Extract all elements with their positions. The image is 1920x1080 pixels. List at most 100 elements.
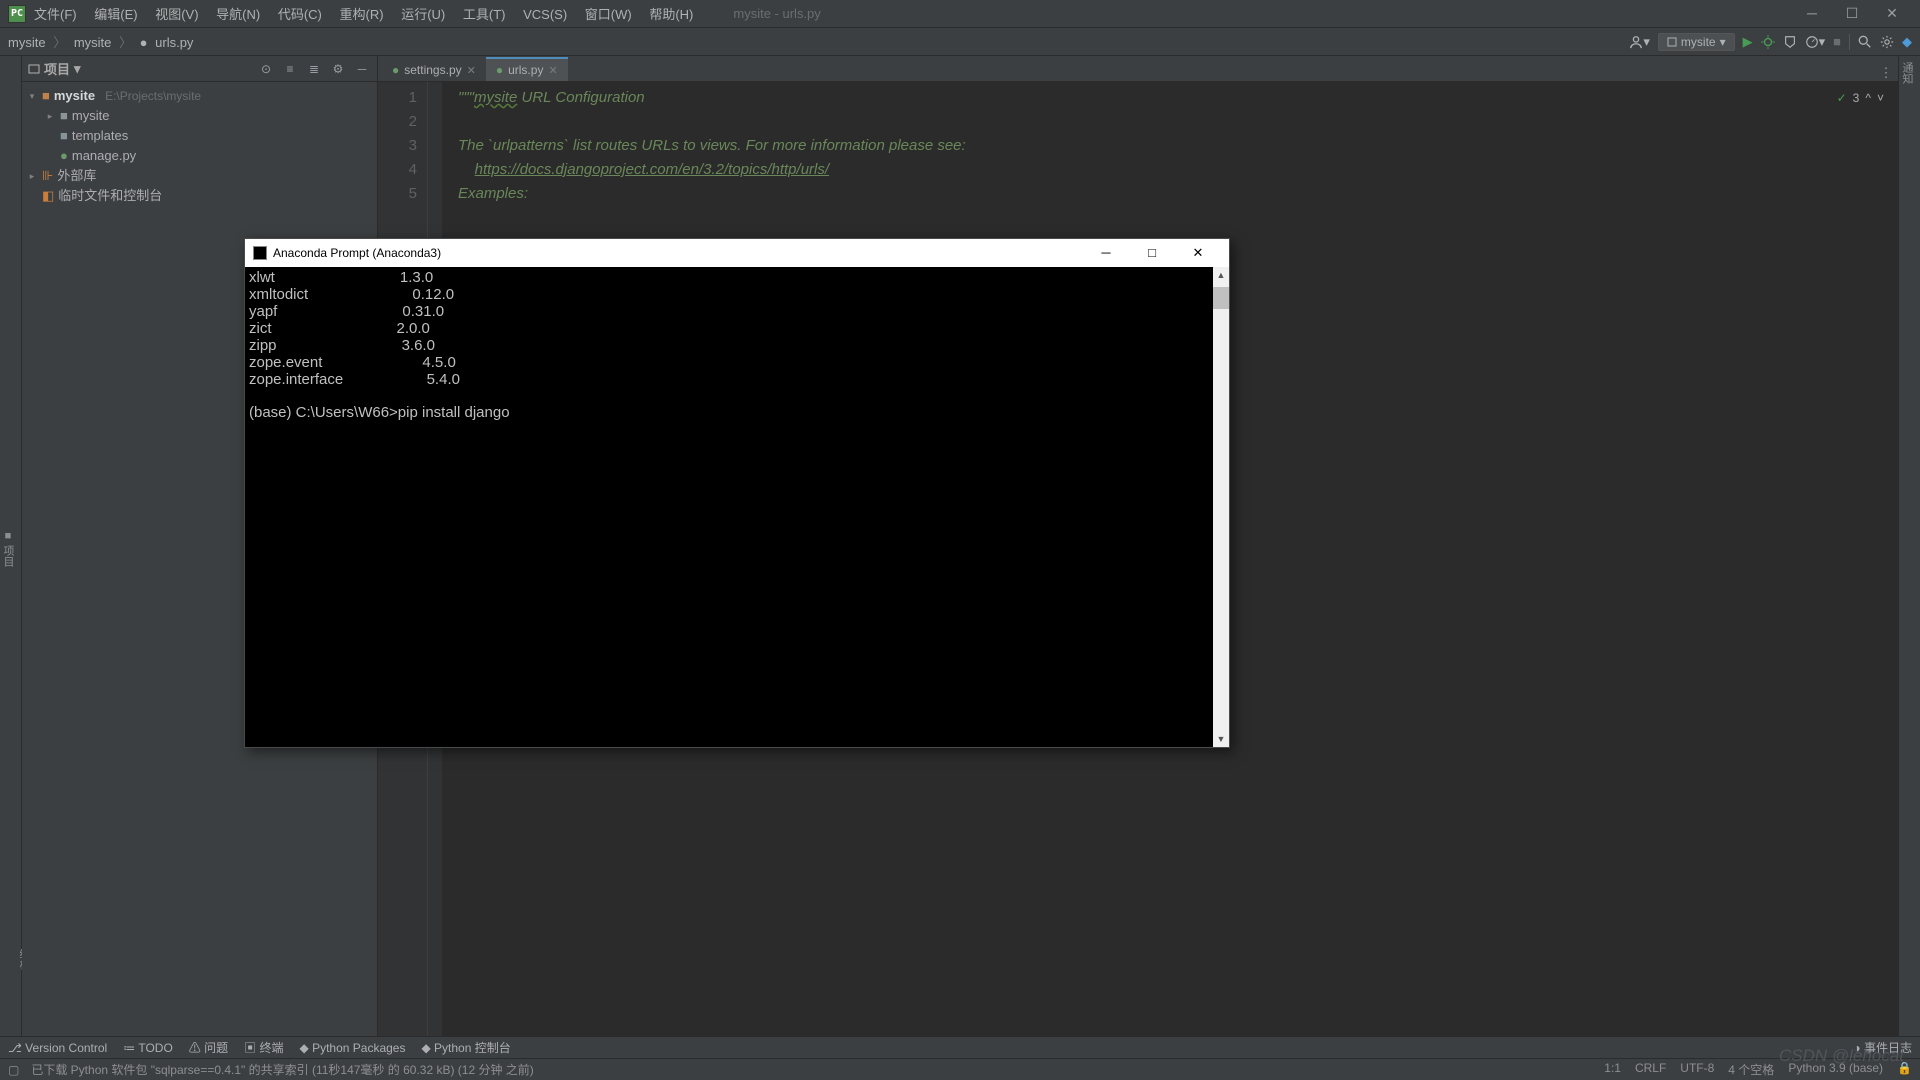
line-separator[interactable]: CRLF: [1635, 1061, 1666, 1078]
coverage-button[interactable]: [1783, 34, 1797, 50]
run-config-selector[interactable]: mysite ▾: [1658, 33, 1735, 51]
tree-item-templates[interactable]: ■ templates: [22, 126, 377, 146]
chevron-down-icon[interactable]: ▾: [26, 87, 38, 105]
debug-button[interactable]: [1761, 34, 1775, 50]
project-tree: ▾ ■ mysite E:\Projects\mysite ▸ ■ mysite…: [22, 82, 377, 210]
tool-python-packages[interactable]: ◆ Python Packages: [300, 1041, 406, 1055]
project-panel-header: 项目 ▾ ⊙ ≡ ≣ ⚙ ─: [22, 56, 377, 82]
menu-edit[interactable]: 编辑(E): [94, 7, 137, 22]
scroll-up-icon[interactable]: ▲: [1213, 267, 1229, 283]
terminal-window: Anaconda Prompt (Anaconda3) ─ □ ✕ xlwt 1…: [244, 238, 1230, 748]
python-file-icon: ●: [392, 63, 399, 77]
maximize-button[interactable]: ☐: [1832, 5, 1872, 22]
account-icon[interactable]: ▾: [1629, 34, 1650, 50]
status-icon[interactable]: ▢: [8, 1063, 19, 1077]
menu-file[interactable]: 文件(F): [34, 7, 77, 22]
nav-bar: mysite 〉 mysite 〉 ● urls.py ▾ mysite ▾ ▶…: [0, 28, 1920, 56]
menu-refactor[interactable]: 重构(R): [340, 7, 384, 22]
tool-problems[interactable]: ⚠ 问题: [189, 1039, 228, 1056]
close-button[interactable]: ✕: [1872, 5, 1912, 22]
gutter-project-tab[interactable]: ■ 项目: [0, 62, 16, 1036]
crumb-root[interactable]: mysite: [8, 35, 46, 50]
libs-icon: ⊪: [42, 167, 53, 185]
indent-setting[interactable]: 4 个空格: [1728, 1061, 1774, 1078]
editor-more-icon[interactable]: ⋮: [1874, 65, 1898, 81]
chevron-right-icon[interactable]: ▸: [44, 107, 56, 125]
terminal-body[interactable]: xlwt 1.3.0 xmltodict 0.12.0 yapf 0.31.0 …: [245, 267, 1229, 747]
gutter-notifications-tab[interactable]: 通知: [1899, 62, 1915, 1036]
terminal-title-bar[interactable]: Anaconda Prompt (Anaconda3) ─ □ ✕: [245, 239, 1229, 267]
minimize-button[interactable]: ─: [1792, 5, 1832, 22]
problems-indicator[interactable]: ✓3 ^ ˅: [1837, 86, 1884, 110]
settings-icon[interactable]: [1880, 34, 1894, 50]
tree-root-path: E:\Projects\mysite: [105, 87, 201, 105]
tool-python-console[interactable]: ◆ Python 控制台: [421, 1039, 510, 1056]
menu-nav[interactable]: 导航(N): [216, 7, 260, 22]
crumb-file[interactable]: urls.py: [155, 35, 193, 50]
tool-todo[interactable]: ≔ TODO: [123, 1041, 173, 1055]
tree-root[interactable]: ▾ ■ mysite E:\Projects\mysite: [22, 86, 377, 106]
tool-version-control[interactable]: ⎇ Version Control: [8, 1041, 107, 1055]
tree-item-label: 临时文件和控制台: [58, 187, 162, 205]
select-opened-file-icon[interactable]: ⊙: [257, 62, 275, 76]
close-tab-icon[interactable]: ✕: [467, 64, 476, 77]
menu-code[interactable]: 代码(C): [278, 7, 322, 22]
collapse-all-icon[interactable]: ≣: [305, 62, 323, 76]
pkg-row: xlwt 1.3.0: [249, 269, 433, 286]
profile-button[interactable]: ▾: [1805, 34, 1826, 50]
tree-item-label: 外部库: [57, 167, 96, 185]
tree-item-manage-py[interactable]: ● manage.py: [22, 146, 377, 166]
run-button[interactable]: ▶: [1743, 34, 1753, 50]
panel-settings-icon[interactable]: ⚙: [329, 62, 347, 76]
code-with-me-icon[interactable]: ◆: [1902, 34, 1912, 50]
lock-icon[interactable]: 🔒: [1897, 1061, 1912, 1078]
tree-root-name: mysite: [54, 87, 95, 105]
close-tab-icon[interactable]: ✕: [548, 64, 557, 77]
python-file-icon: ●: [60, 147, 68, 165]
folder-icon: ■: [42, 87, 50, 105]
menu-window[interactable]: 窗口(W): [585, 7, 632, 22]
crumb-module[interactable]: mysite: [74, 35, 112, 50]
chevron-right-icon[interactable]: ▸: [26, 167, 38, 185]
scroll-thumb[interactable]: [1213, 287, 1229, 309]
left-gutter: ■ 项目 结构 Bookmarks: [0, 56, 22, 1036]
caret-position[interactable]: 1:1: [1604, 1061, 1621, 1078]
pkg-row: zipp 3.6.0: [249, 337, 435, 354]
pkg-row: zope.event 4.5.0: [249, 354, 456, 371]
hide-panel-icon[interactable]: ─: [353, 62, 371, 76]
python-file-icon: ●: [496, 63, 503, 77]
bottom-tool-bar: ⎇ Version Control ≔ TODO ⚠ 问题 ▣ 终端 ◆ Pyt…: [0, 1036, 1920, 1058]
project-icon: [28, 63, 40, 75]
menu-help[interactable]: 帮助(H): [649, 7, 693, 22]
tab-settings-py[interactable]: ●settings.py✕: [382, 57, 486, 81]
search-icon[interactable]: [1858, 34, 1872, 50]
menu-view[interactable]: 视图(V): [155, 7, 198, 22]
status-message: 已下载 Python 软件包 "sqlparse==0.4.1" 的共享索引 (…: [31, 1061, 533, 1078]
terminal-scrollbar[interactable]: [1213, 267, 1229, 747]
menu-run[interactable]: 运行(U): [401, 7, 445, 22]
file-encoding[interactable]: UTF-8: [1680, 1061, 1714, 1078]
pkg-row: xmltodict 0.12.0: [249, 286, 454, 303]
scroll-down-icon[interactable]: ▼: [1213, 731, 1229, 747]
python-file-icon: ●: [140, 35, 148, 50]
interpreter[interactable]: Python 3.9 (base): [1788, 1061, 1883, 1078]
scratch-icon: ◧: [42, 187, 54, 205]
terminal-minimize-button[interactable]: ─: [1083, 245, 1129, 261]
tab-urls-py[interactable]: ●urls.py✕: [486, 57, 568, 81]
menu-vcs[interactable]: VCS(S): [523, 7, 567, 22]
tree-item-mysite[interactable]: ▸ ■ mysite: [22, 106, 377, 126]
menu-tools[interactable]: 工具(T): [463, 7, 506, 22]
tree-item-label: templates: [72, 127, 128, 145]
tree-external-libs[interactable]: ▸ ⊪ 外部库: [22, 166, 377, 186]
tree-scratches[interactable]: ◧ 临时文件和控制台: [22, 186, 377, 206]
pkg-row: yapf 0.31.0: [249, 303, 444, 320]
terminal-title: Anaconda Prompt (Anaconda3): [273, 246, 441, 260]
terminal-maximize-button[interactable]: □: [1129, 245, 1175, 261]
tool-terminal[interactable]: ▣ 终端: [244, 1039, 283, 1056]
tree-item-label: manage.py: [72, 147, 136, 165]
expand-all-icon[interactable]: ≡: [281, 62, 299, 76]
breadcrumb: mysite 〉 mysite 〉 ● urls.py: [8, 32, 193, 51]
stop-button[interactable]: ■: [1833, 34, 1841, 49]
tool-event-log[interactable]: ◑ 事件日志: [1853, 1039, 1912, 1056]
terminal-close-button[interactable]: ✕: [1175, 245, 1221, 261]
